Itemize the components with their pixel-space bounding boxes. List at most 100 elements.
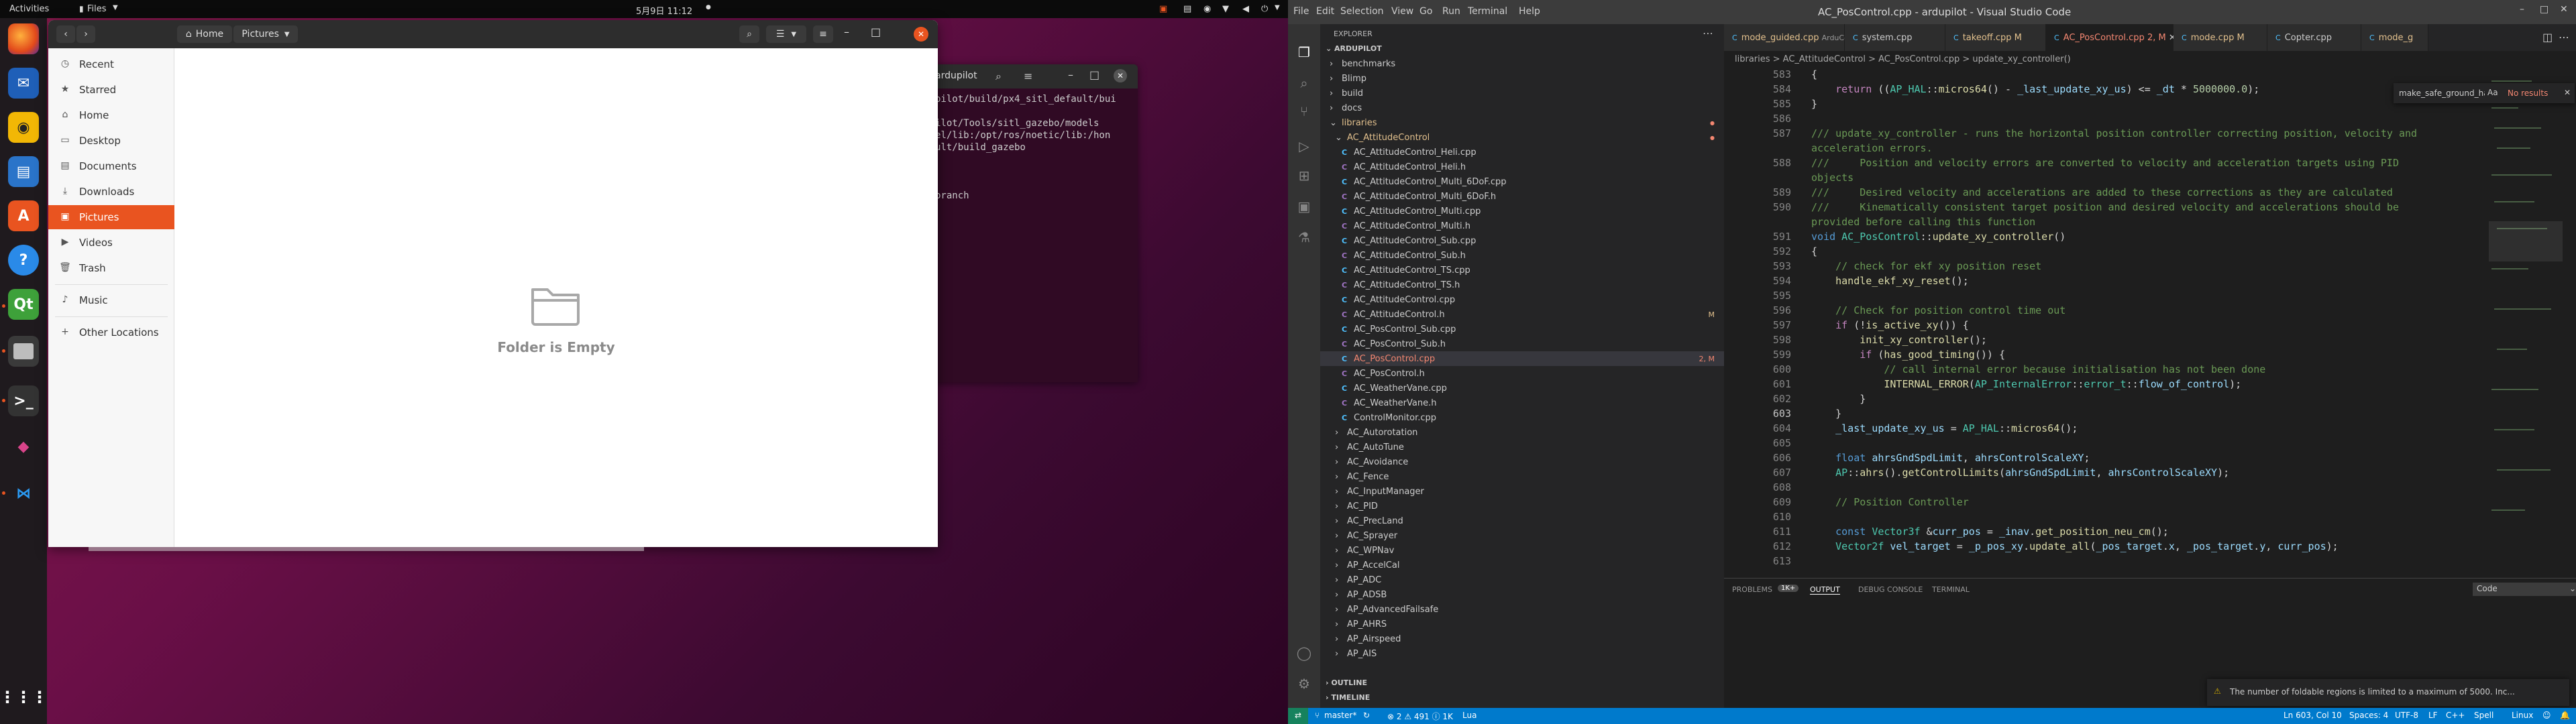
meshlab-icon[interactable]: ◆ [8, 431, 39, 462]
search-icon[interactable]: ⌕ [996, 70, 1002, 83]
notification-toast[interactable]: ⚠ The number of foldable regions is limi… [2207, 679, 2569, 706]
close-icon[interactable]: ✕ [2564, 88, 2571, 97]
file-menu[interactable]: File [1293, 6, 1309, 17]
tab-output[interactable]: OUTPUT [1810, 585, 1840, 595]
tree-file[interactable]: C AC_AttitudeControl.h M [1320, 307, 1724, 322]
tab-copter[interactable]: C Copter.cpp [2267, 24, 2361, 51]
minimize-icon[interactable]: – [844, 25, 849, 38]
tree-folder[interactable]: › docs [1320, 101, 1724, 115]
go-menu[interactable]: Go [1419, 6, 1432, 17]
sidebar-item-videos[interactable]: ▶ Videos [48, 231, 174, 255]
tree-file[interactable]: C AC_AttitudeControl_Multi_6DoF.cpp [1320, 174, 1724, 189]
match-case-icon[interactable]: Aa [2487, 88, 2498, 97]
firefox-icon[interactable] [8, 23, 39, 54]
lua-status[interactable]: Lua [1462, 711, 1477, 720]
sidebar-item-documents[interactable]: ▤ Documents [48, 154, 174, 178]
timeline-section[interactable]: › TIMELINE [1326, 693, 1370, 702]
account-icon[interactable]: ◯ [1295, 645, 1313, 664]
menu-icon[interactable]: ≡ [1024, 70, 1032, 82]
maximize-icon[interactable]: □ [1089, 68, 1099, 81]
tree-file[interactable]: C AC_PosControl_Sub.h [1320, 337, 1724, 351]
volume-icon[interactable]: ◀ [1242, 4, 1249, 14]
sidebar-item-desktop[interactable]: ▭ Desktop [48, 129, 174, 153]
find-input[interactable]: make_safe_ground_handl [2399, 88, 2485, 98]
tree-file[interactable]: C AC_WeatherVane.cpp [1320, 381, 1724, 396]
close-icon[interactable]: ✕ [1114, 69, 1127, 82]
minimize-icon[interactable]: – [1068, 68, 1073, 81]
eol-status[interactable]: LF [2428, 711, 2438, 720]
source-control-icon[interactable]: ⑂ [1295, 103, 1313, 122]
sidebar-item-recent[interactable]: ◷ Recent [48, 52, 174, 76]
view-toggle-button[interactable]: ☰ ▼ [766, 25, 806, 43]
workspace-root[interactable]: ⌄ ARDUPILOT [1326, 44, 1382, 53]
tree-file[interactable]: C AC_AttitudeControl_Sub.h [1320, 248, 1724, 263]
close-icon[interactable]: ✕ [914, 27, 928, 42]
tree-file[interactable]: C AC_WeatherVane.h [1320, 396, 1724, 410]
tree-folder[interactable]: › AP_AccelCal [1320, 558, 1724, 572]
activities-button[interactable]: Activities [9, 4, 49, 14]
tree-folder[interactable]: › AC_WPNav [1320, 543, 1724, 558]
encoding-status[interactable]: UTF-8 [2395, 711, 2418, 720]
tab-ac-poscontrol[interactable]: C AC_PosControl.cpp 2, M ✕ [2046, 24, 2176, 51]
search-button[interactable]: ⌕ [739, 25, 759, 43]
feedback-icon[interactable]: ☺ [2542, 711, 2551, 720]
maximize-icon[interactable]: □ [871, 25, 881, 38]
indentation-status[interactable]: Spaces: 4 [2349, 711, 2388, 720]
clock[interactable]: 5月9日 11:12 [636, 4, 692, 17]
remote-indicator-icon[interactable]: ⇄ [1288, 708, 1308, 724]
tree-folder[interactable]: › Blimp [1320, 71, 1724, 86]
sidebar-item-downloads[interactable]: ⤓ Downloads [48, 180, 174, 204]
tab-mode-guided[interactable]: Cmode_guided.cpp ArduCopter M [1724, 24, 1872, 51]
tree-file[interactable]: C AC_AttitudeControl_Multi.h [1320, 219, 1724, 233]
tab-debug-console[interactable]: DEBUG CONSOLE [1858, 585, 1923, 594]
tree-file[interactable]: C AC_AttitudeControl_Multi.cpp [1320, 204, 1724, 219]
rhythmbox-icon[interactable]: ◉ [8, 112, 39, 143]
branch-status[interactable]: master* [1324, 711, 1356, 720]
sidebar-item-pictures[interactable]: ▣ Pictures [48, 205, 174, 229]
back-button[interactable]: ‹ [56, 25, 75, 43]
tree-folder[interactable]: › AC_InputManager [1320, 484, 1724, 499]
more-actions-icon[interactable]: ⋯ [1703, 27, 1713, 40]
tree-file[interactable]: C AC_AttitudeControl_Heli.cpp [1320, 145, 1724, 160]
tree-folder[interactable]: › build [1320, 86, 1724, 101]
terminal-icon[interactable]: >_ [8, 385, 39, 416]
files-window[interactable]: ‹ › ⌂ Home Pictures ▼ ⌕ ☰ ▼ ≡ – □ ✕ ◷ Recent… [48, 20, 938, 547]
maximize-icon[interactable]: □ [2540, 4, 2548, 15]
tree-file[interactable]: C AC_AttitudeControl_TS.h [1320, 278, 1724, 292]
tree-file[interactable]: C AC_PosControl_Sub.cpp [1320, 322, 1724, 337]
explorer-icon[interactable]: ❐ [1295, 44, 1313, 63]
tree-folder[interactable]: › AP_ADSB [1320, 587, 1724, 602]
output-channel-select[interactable]: Code ⌄ [2473, 583, 2576, 596]
tab-mode-g[interactable]: Cmode_g [2361, 24, 2428, 51]
minimize-icon[interactable]: – [2520, 4, 2524, 15]
view-menu[interactable]: View [1391, 6, 1413, 17]
close-icon[interactable]: ✕ [2560, 4, 2568, 15]
tree-file[interactable]: C AC_AttitudeControl_Multi_6DoF.h [1320, 189, 1724, 204]
cursor-position[interactable]: Ln 603, Col 10 [2284, 711, 2342, 720]
tree-folder[interactable]: › AC_AutoTune [1320, 440, 1724, 455]
tray-icon[interactable]: ◉ [1203, 4, 1211, 14]
tree-file[interactable]: C AC_AttitudeControl.cpp [1320, 292, 1724, 307]
network-icon[interactable]: ▼ [1222, 4, 1229, 14]
tree-folder[interactable]: ⌄ AC_AttitudeControl ● [1320, 130, 1724, 145]
software-icon[interactable]: A [8, 200, 39, 231]
power-icon[interactable]: ⏻ [1261, 4, 1268, 14]
tree-folder[interactable]: › AP_AIS [1320, 646, 1724, 661]
bell-icon[interactable]: 🔔 [2560, 711, 2570, 720]
outline-section[interactable]: › OUTLINE [1326, 678, 1367, 687]
forward-button[interactable]: › [76, 25, 95, 43]
tree-folder[interactable]: › AC_PID [1320, 499, 1724, 514]
tree-folder[interactable]: › AP_Airspeed [1320, 631, 1724, 646]
tab-problems[interactable]: PROBLEMS [1732, 585, 1772, 594]
path-home-button[interactable]: ⌂ Home [177, 25, 232, 43]
tree-folder[interactable]: › AP_AHRS [1320, 617, 1724, 631]
problems-status[interactable]: ⊗ 2 ⚠ 491 ⓘ 1K [1387, 711, 1453, 722]
sidebar-item-home[interactable]: ⌂ Home [48, 103, 174, 127]
tree-folder[interactable]: › AC_Autorotation [1320, 425, 1724, 440]
tab-takeoff[interactable]: Ctakeoff.cpp M [1945, 24, 2046, 51]
tree-file[interactable]: C AC_PosControl.h [1320, 366, 1724, 381]
tree-folder[interactable]: › AC_Avoidance [1320, 455, 1724, 469]
tree-folder[interactable]: › benchmarks [1320, 56, 1724, 71]
gear-icon[interactable]: ⚙ [1295, 676, 1313, 695]
split-editor-icon[interactable]: ◫ [2542, 31, 2553, 44]
